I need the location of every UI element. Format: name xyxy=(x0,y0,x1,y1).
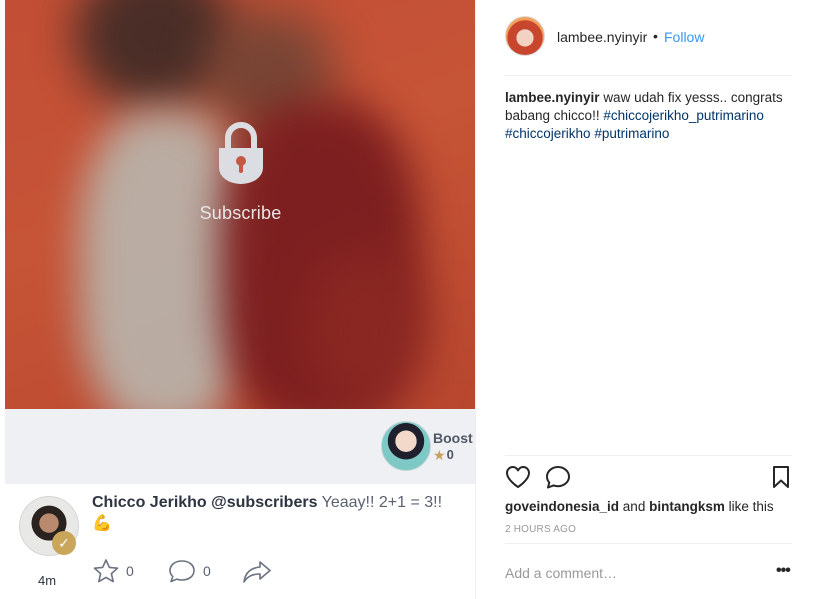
separator-dot: • xyxy=(653,28,658,44)
flexed-biceps-emoji: 💪 xyxy=(92,515,112,532)
username-link[interactable]: lambee.nyinyir xyxy=(557,29,647,45)
save-button[interactable] xyxy=(771,465,791,494)
hashtag-link[interactable]: #chiccojerikho_putrimarino xyxy=(603,108,764,123)
post-author[interactable]: Chicco Jerikho @subscribers xyxy=(92,494,317,511)
bookmark-icon xyxy=(773,466,789,488)
comment-button[interactable]: 0 xyxy=(167,558,211,584)
heart-icon xyxy=(506,466,530,488)
star-icon xyxy=(93,559,119,583)
boost-count-value: 0 xyxy=(446,447,454,462)
hashtag-link[interactable]: #putrimarino xyxy=(594,126,669,141)
hashtag-link[interactable]: #chiccojerikho xyxy=(505,126,591,141)
post-timestamp[interactable]: 2 HOURS AGO xyxy=(505,524,576,535)
boost-bar: Boost ★0 xyxy=(5,409,475,484)
likes-suffix: like this xyxy=(728,499,774,514)
divider xyxy=(505,455,792,456)
post-caption: lambee.nyinyir waw udah fix yesss.. cong… xyxy=(505,89,790,143)
comment-count: 0 xyxy=(203,563,211,579)
comment-input[interactable] xyxy=(505,562,755,584)
follow-button[interactable]: Follow xyxy=(664,29,704,45)
boost-count: ★0 xyxy=(433,447,454,464)
liker-username[interactable]: bintangksm xyxy=(649,499,725,514)
post-details: lambee.nyinyir • Follow lambee.nyinyir w… xyxy=(477,0,814,599)
creator-post: ✓ Chicco Jerikho @subscribers Yeaay!! 2+… xyxy=(5,484,475,599)
speech-bubble-icon xyxy=(546,466,570,489)
padlock-icon xyxy=(218,122,263,184)
blurred-photo[interactable]: Subscribe xyxy=(5,0,475,409)
verified-badge-icon: ✓ xyxy=(52,531,76,555)
like-button[interactable] xyxy=(505,465,531,494)
comment-box: ••• xyxy=(505,543,792,599)
comment-button[interactable] xyxy=(545,465,571,494)
share-button[interactable] xyxy=(241,558,273,584)
likes-and: and xyxy=(622,499,646,514)
post-media: Subscribe Boost ★0 ✓ Chicco Jerikho @sub… xyxy=(5,0,476,599)
share-arrow-icon xyxy=(243,561,271,583)
likes-summary: goveindonesia_id and bintangksm like thi… xyxy=(505,499,774,514)
avatar[interactable] xyxy=(505,16,545,56)
more-options-icon[interactable]: ••• xyxy=(776,562,791,580)
booster-avatar[interactable] xyxy=(381,421,431,471)
speech-bubble-icon xyxy=(169,560,195,583)
star-like-button[interactable]: 0 xyxy=(92,558,134,584)
post-text: Chicco Jerikho @subscribers Yeaay!! 2+1 … xyxy=(92,492,462,534)
caption-username[interactable]: lambee.nyinyir xyxy=(505,90,600,105)
boost-button[interactable]: Boost xyxy=(433,430,473,446)
photo-blur-shape xyxy=(305,250,425,409)
like-count: 0 xyxy=(126,563,134,579)
post-message: Yeaay!! 2+1 = 3!! xyxy=(321,494,443,511)
star-icon: ★ xyxy=(433,447,446,463)
post-timestamp: 4m xyxy=(38,573,57,588)
subscribe-label[interactable]: Subscribe xyxy=(5,203,475,224)
post-header: lambee.nyinyir • Follow xyxy=(505,16,792,76)
liker-username[interactable]: goveindonesia_id xyxy=(505,499,619,514)
subscribe-overlay[interactable]: Subscribe xyxy=(5,118,475,224)
